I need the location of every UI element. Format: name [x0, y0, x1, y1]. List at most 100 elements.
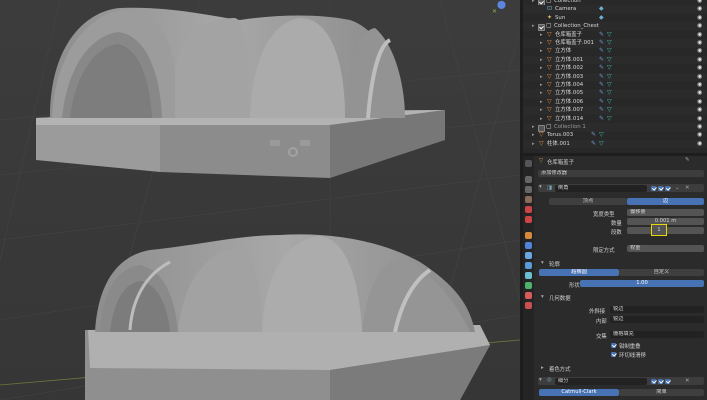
wrench-icon[interactable]: ✎ — [599, 90, 605, 96]
material-tab-icon[interactable] — [525, 292, 532, 299]
clamp-overlap-checkbox[interactable] — [611, 343, 616, 348]
outliner-row[interactable]: ▸ ▽ 立方体.002 ✎ ▽ ◉ — [523, 64, 707, 73]
viewport-toggle-icon[interactable] — [658, 186, 663, 191]
mesh-data-icon[interactable]: ▽ — [607, 31, 613, 38]
modifier-remove-icon[interactable]: ✕ — [685, 185, 690, 191]
outliner-row[interactable]: ▸ ▽ 立方体.005 ✎ ▽ ◉ — [523, 89, 707, 98]
outliner-row[interactable]: ▸ ▽ 立方体.007 ✎ ▽ ◉ — [523, 106, 707, 115]
gizmo-z-axis-icon[interactable]: ⬤ — [497, 0, 506, 9]
shading-section-header[interactable]: 着色方式 — [549, 365, 571, 373]
camera-data-icon[interactable]: ◆ — [599, 6, 605, 12]
visibility-eye-icon[interactable]: ◉ — [697, 22, 702, 31]
expand-arrow-icon[interactable]: ▸ — [540, 89, 543, 98]
outliner-row[interactable]: ▸ ▽ 柱体.001 ✎ ▽ ◉ — [523, 139, 707, 149]
mesh-data-icon[interactable]: ▽ — [599, 132, 605, 138]
add-modifier-dropdown[interactable]: 添加修改器 — [538, 170, 704, 177]
wrench-icon[interactable]: ✎ — [599, 115, 605, 122]
visibility-eye-icon[interactable]: ◉ — [697, 106, 702, 115]
wrench-icon[interactable]: ✎ — [599, 56, 605, 63]
tool-tab-icon[interactable] — [525, 160, 532, 167]
wrench-icon[interactable]: ✎ — [591, 132, 597, 138]
visibility-eye-icon[interactable]: ◉ — [697, 81, 702, 90]
mesh-data-icon[interactable]: ▽ — [607, 98, 613, 105]
wrench-icon[interactable]: ✎ — [599, 98, 605, 105]
shape-slider[interactable]: 1.00 — [580, 280, 704, 287]
mesh-data-icon[interactable]: ▽ — [607, 73, 613, 80]
loop-slide-checkbox[interactable] — [611, 352, 616, 357]
wrench-icon[interactable]: ✎ — [599, 73, 605, 80]
data-tab-icon[interactable] — [525, 282, 532, 289]
bevel-name-field[interactable]: 倒角 — [555, 185, 647, 192]
expand-arrow-icon[interactable]: ▸ — [540, 39, 543, 48]
expand-arrow-icon[interactable]: ▸ — [532, 140, 535, 149]
outliner-row[interactable]: ▸ ▽ 立方体.006 ✎ ▽ ◉ — [523, 98, 707, 107]
expand-arrow-icon[interactable]: ▸ — [540, 31, 543, 40]
catmull-clark-tab[interactable]: Catmull-Clark — [539, 389, 619, 396]
visibility-eye-icon[interactable]: ◉ — [697, 64, 702, 73]
outliner-row[interactable]: ▸ ▢ Collection 1 ◉ — [523, 123, 707, 132]
scene-tab-icon[interactable] — [525, 206, 532, 213]
physics-tab-icon[interactable] — [525, 262, 532, 269]
outliner-row[interactable]: ▸ ▽ 立方体 ✎ ▽ ◉ — [523, 47, 707, 56]
world-tab-icon[interactable] — [525, 216, 532, 223]
subsurf-name-field[interactable]: 细分 — [555, 378, 647, 385]
particles-tab-icon[interactable] — [525, 252, 532, 259]
profile-superellipse-tab[interactable]: 超椭圆 — [539, 269, 619, 276]
render-tab-icon[interactable] — [525, 176, 532, 183]
outliner-row[interactable]: ▸ ▽ 仓库箱盖子 ✎ ▽ ◉ — [523, 31, 707, 40]
wrench-icon[interactable]: ✎ — [599, 31, 605, 38]
expand-arrow-icon[interactable]: ▸ — [540, 106, 543, 115]
mesh-data-icon[interactable]: ▽ — [607, 48, 613, 54]
wrench-icon[interactable]: ✎ — [591, 140, 597, 147]
outliner-row[interactable]: ▸ ▢ Collection_Chest ◉ — [523, 22, 707, 31]
visibility-eye-icon[interactable]: ◉ — [697, 98, 702, 107]
visibility-eye-icon[interactable]: ◉ — [697, 14, 702, 23]
expand-arrow-icon[interactable]: ▸ — [532, 22, 535, 31]
pin-icon[interactable]: ✎ — [685, 157, 690, 163]
subsurf-collapse-icon[interactable]: ▾ — [539, 377, 542, 383]
expand-arrow-icon[interactable]: ▸ — [532, 123, 535, 132]
profile-collapse-icon[interactable]: ▾ — [541, 260, 544, 266]
profile-custom-tab[interactable]: 自定义 — [619, 269, 704, 276]
subsurf-viewport-toggle-icon[interactable] — [658, 379, 663, 384]
outliner-row[interactable]: ▸ ▽ 仓库箱盖子.001 ✎ ▽ ◉ — [523, 39, 707, 48]
visibility-eye-icon[interactable]: ◉ — [697, 31, 702, 40]
outliner-row[interactable]: ▸ ▽ Torus.003 ✎ ▽ ◉ — [523, 131, 707, 140]
expand-arrow-icon[interactable]: ▸ — [540, 73, 543, 82]
mesh-data-icon[interactable]: ▽ — [607, 40, 613, 46]
modifier-menu-icon[interactable]: ⌄ — [675, 185, 680, 191]
visibility-eye-icon[interactable]: ◉ — [697, 140, 702, 149]
subsurf-remove-icon[interactable]: ✕ — [685, 378, 690, 384]
navigation-gizmo-icon[interactable]: ✕ — [492, 8, 497, 15]
bevel-tab-vertices[interactable]: 顶点 — [549, 198, 627, 205]
visibility-eye-icon[interactable]: ◉ — [697, 47, 702, 56]
bevel-tab-edges[interactable]: 边 — [627, 198, 704, 205]
mesh-data-icon[interactable]: ▽ — [607, 90, 613, 96]
outliner-row[interactable]: ✦ Sun ◆ ◉ — [523, 14, 707, 23]
expand-arrow-icon[interactable]: ▸ — [540, 81, 543, 90]
visibility-eye-icon[interactable]: ◉ — [697, 56, 702, 65]
geometry-collapse-icon[interactable]: ▾ — [541, 294, 544, 300]
visibility-eye-icon[interactable]: ◉ — [697, 5, 702, 14]
collapse-arrow-icon[interactable]: ▾ — [539, 184, 542, 190]
intersection-dropdown[interactable]: 栅格填充 — [610, 331, 704, 338]
constraints-tab-icon[interactable] — [525, 272, 532, 279]
visibility-eye-icon[interactable]: ◉ — [697, 39, 702, 48]
miter-inner-dropdown[interactable]: 锐边 — [610, 316, 704, 323]
visibility-eye-icon[interactable]: ◉ — [697, 123, 702, 132]
wrench-icon[interactable]: ✎ — [599, 107, 605, 113]
expand-arrow-icon[interactable]: ▸ — [540, 98, 543, 107]
simple-tab[interactable]: 简单 — [619, 389, 704, 396]
visibility-eye-icon[interactable]: ◉ — [697, 115, 702, 124]
amount-field[interactable]: 0.001 m — [627, 218, 704, 225]
outliner-row[interactable]: ⊡ Camera ◆ ◉ — [523, 5, 707, 14]
outliner-row[interactable]: ▸ ▽ 立方体.001 ✎ ▽ ◉ — [523, 55, 707, 65]
miter-outer-dropdown[interactable]: 锐边 — [610, 306, 704, 313]
wrench-icon[interactable]: ✎ — [599, 48, 605, 54]
subsurf-edit-toggle-icon[interactable] — [651, 379, 656, 384]
modifier-tab-icon[interactable] — [525, 242, 532, 249]
geometry-section-header[interactable]: 几何数据 — [549, 294, 571, 302]
mesh-data-icon[interactable]: ▽ — [607, 82, 613, 88]
expand-arrow-icon[interactable]: ▸ — [540, 56, 543, 65]
wrench-icon[interactable]: ✎ — [599, 65, 605, 71]
